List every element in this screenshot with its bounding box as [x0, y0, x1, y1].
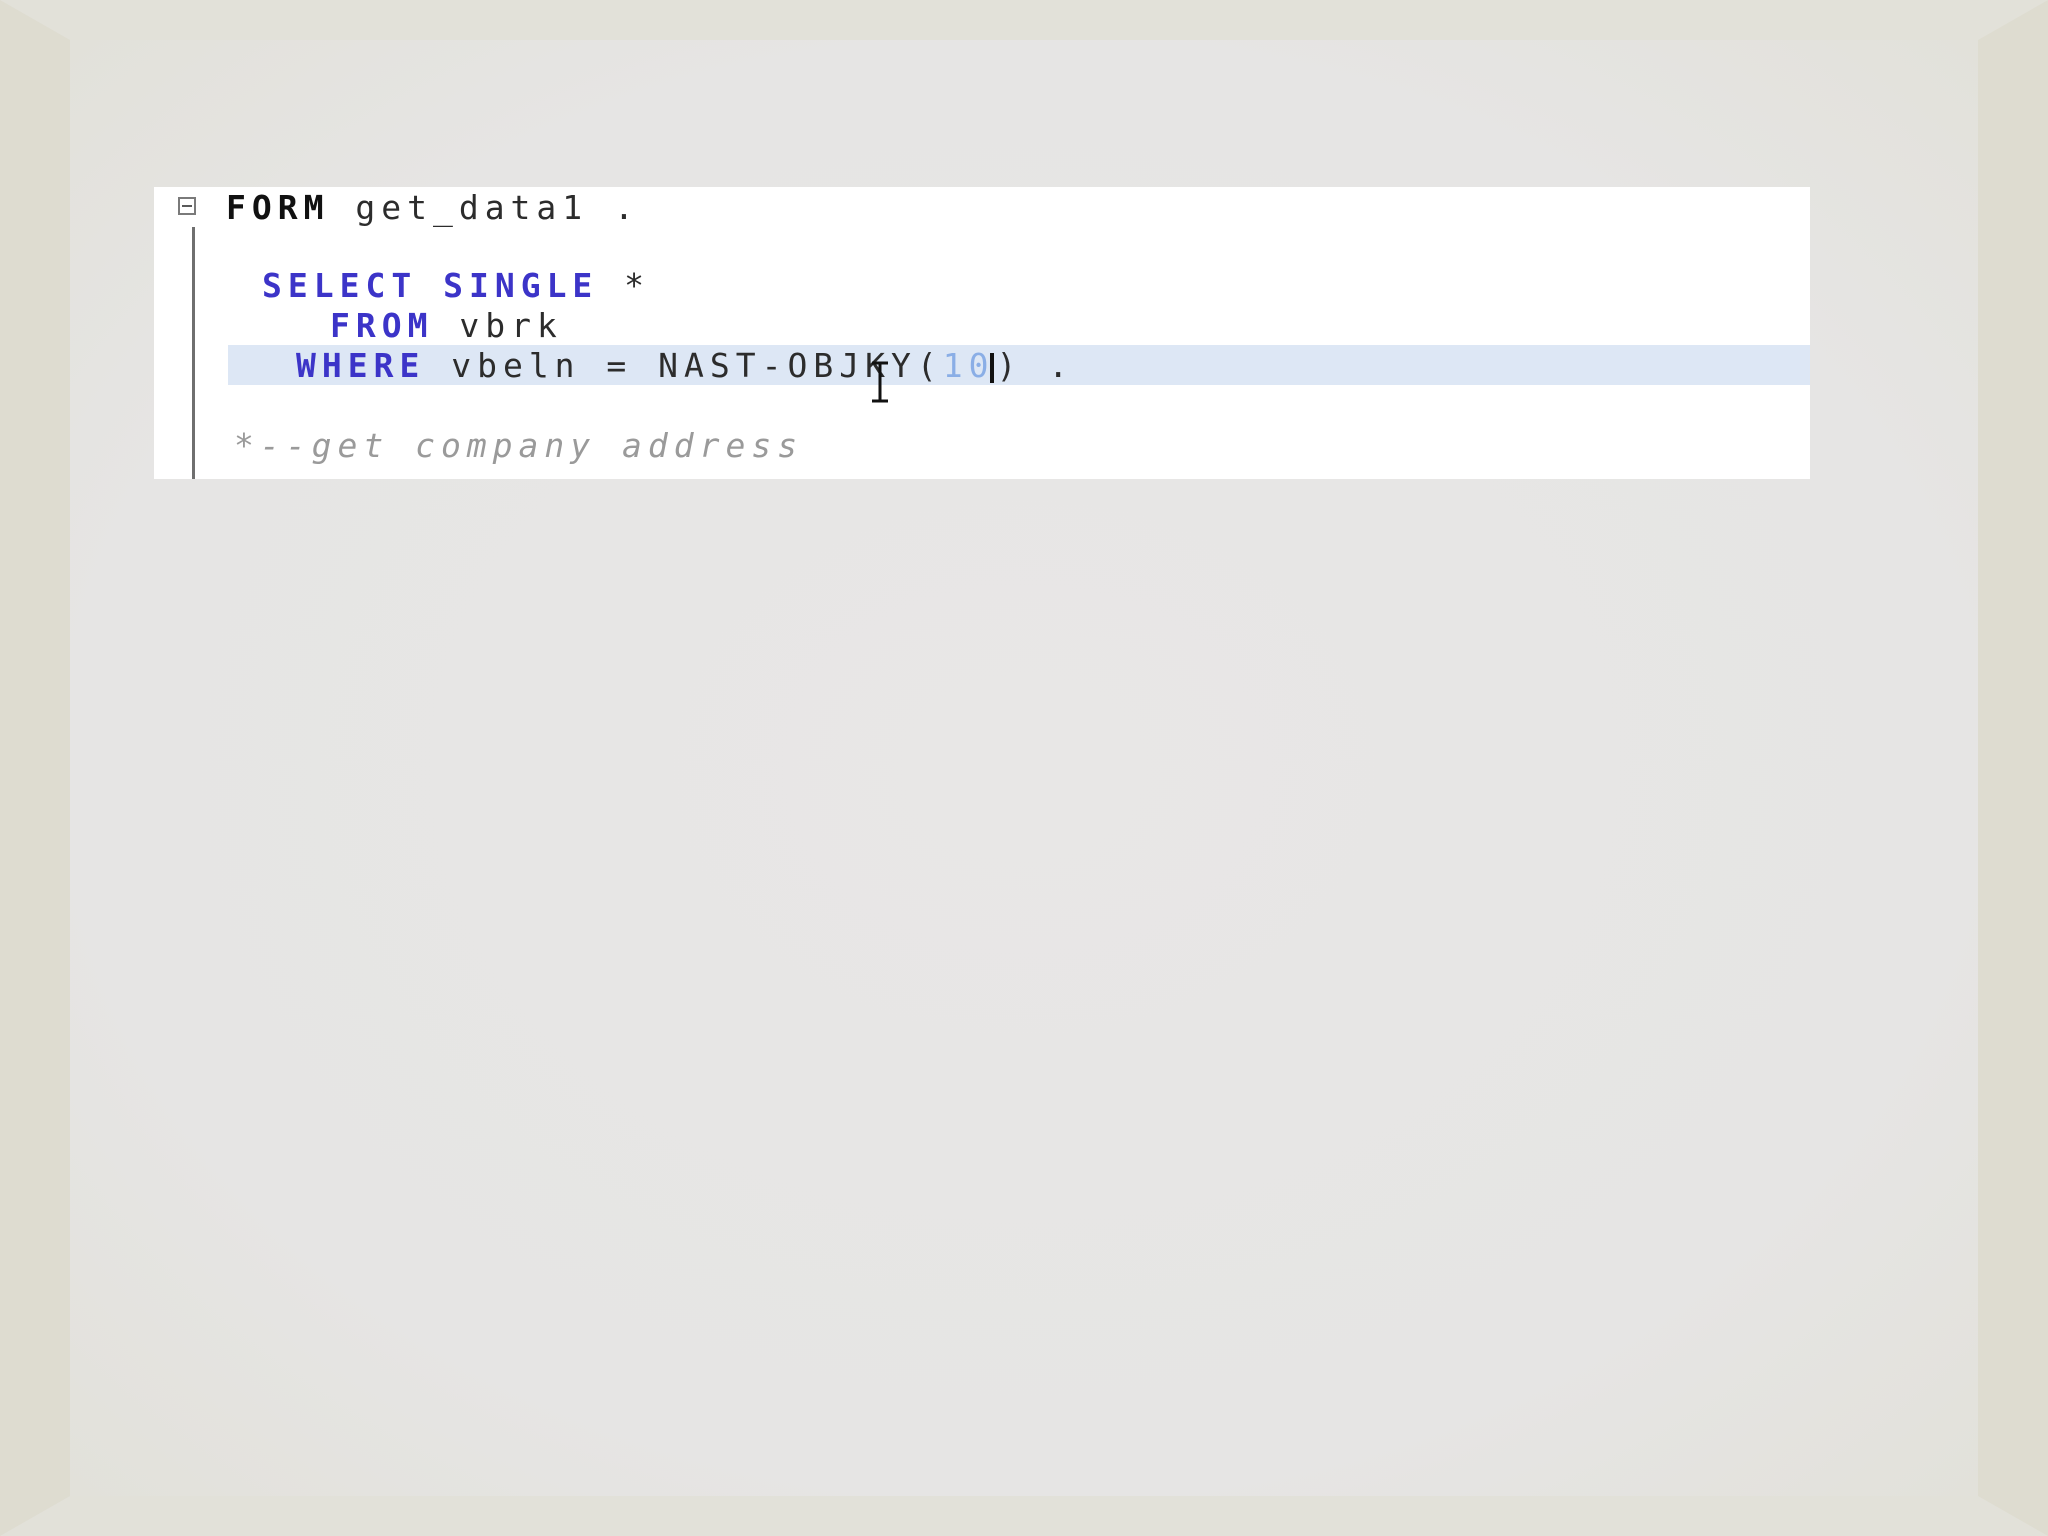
form-name: get_data1 .: [329, 188, 640, 227]
collapse-minus-icon[interactable]: [178, 197, 196, 215]
fold-guide-line: [192, 227, 195, 479]
code-line-4[interactable]: WHERE vbeln = NAST-OBJKY(10) .: [296, 347, 1074, 385]
code-line-1[interactable]: FORM get_data1 .: [226, 189, 640, 227]
table-name: vbrk: [433, 306, 563, 345]
where-condition: vbeln = NAST-OBJKY(: [425, 346, 943, 385]
comment-text: *--get company address: [234, 426, 804, 465]
keyword-select: SELECT: [262, 266, 418, 305]
text-caret: [990, 352, 995, 383]
keyword-from: FROM: [330, 306, 434, 345]
code-editor[interactable]: FORM get_data1 . SELECT SINGLE * FROM vb…: [154, 187, 1810, 479]
code-line-3[interactable]: FROM vbrk: [330, 307, 563, 345]
select-star: *: [598, 266, 651, 305]
text-ibeam-cursor-icon: [872, 361, 888, 403]
keyword-form: FORM: [226, 188, 330, 227]
code-line-5-comment[interactable]: *--get company address: [234, 427, 803, 465]
keyword-single: SINGLE: [443, 266, 599, 305]
code-line-2[interactable]: SELECT SINGLE *: [262, 267, 650, 305]
statement-end: ) .: [996, 346, 1075, 385]
number-literal: 10: [942, 346, 995, 385]
keyword-where: WHERE: [296, 346, 426, 385]
